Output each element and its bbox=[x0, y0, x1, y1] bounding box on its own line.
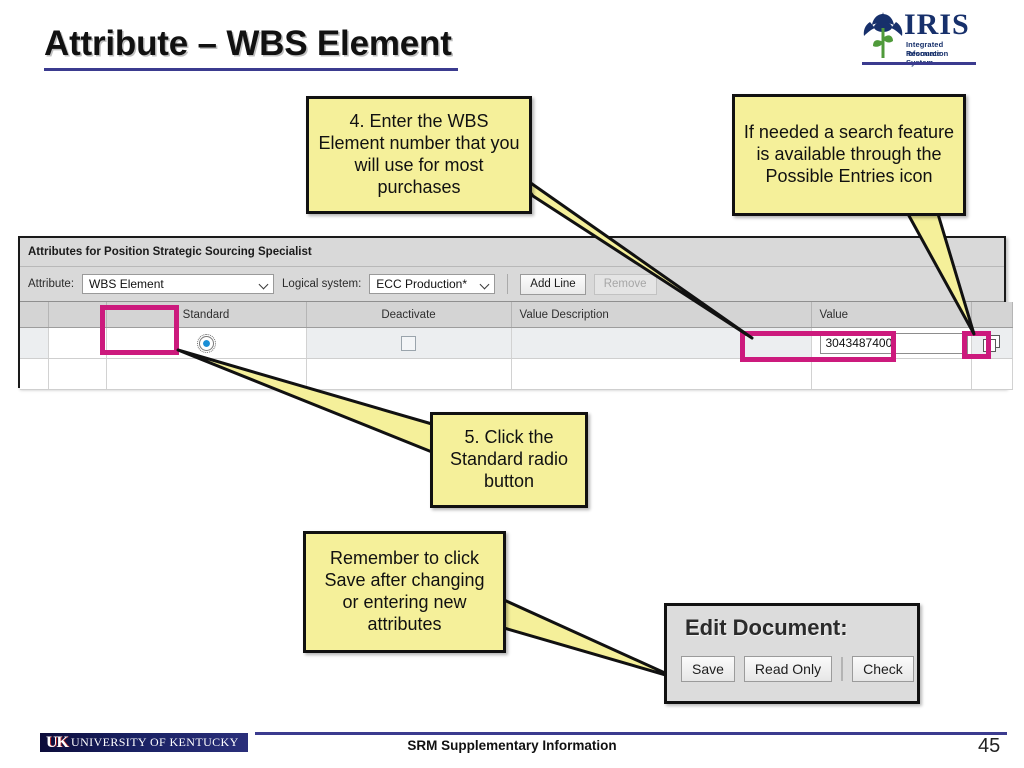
edit-document-panel: Edit Document: Save Read Only Check bbox=[664, 603, 920, 704]
button-divider bbox=[841, 657, 844, 681]
callout-click-standard-radio: 5. Click the Standard radio button bbox=[430, 412, 588, 508]
callout-remember-to-save: Remember to click Save after changing or… bbox=[303, 531, 506, 653]
check-button[interactable]: Check bbox=[852, 656, 914, 682]
footer-text: SRM Supplementary Information bbox=[407, 738, 617, 753]
edit-document-buttons: Save Read Only Check bbox=[681, 656, 914, 682]
page-number: 45 bbox=[978, 735, 1001, 757]
callout-enter-wbs-number: 4. Enter the WBS Element number that you… bbox=[306, 96, 532, 214]
read-only-button[interactable]: Read Only bbox=[743, 656, 833, 682]
edit-document-title: Edit Document: bbox=[685, 615, 848, 640]
footer-rule bbox=[255, 732, 1007, 735]
save-button[interactable]: Save bbox=[681, 656, 735, 682]
callout-search-feature: If needed a search feature is available … bbox=[732, 94, 966, 216]
